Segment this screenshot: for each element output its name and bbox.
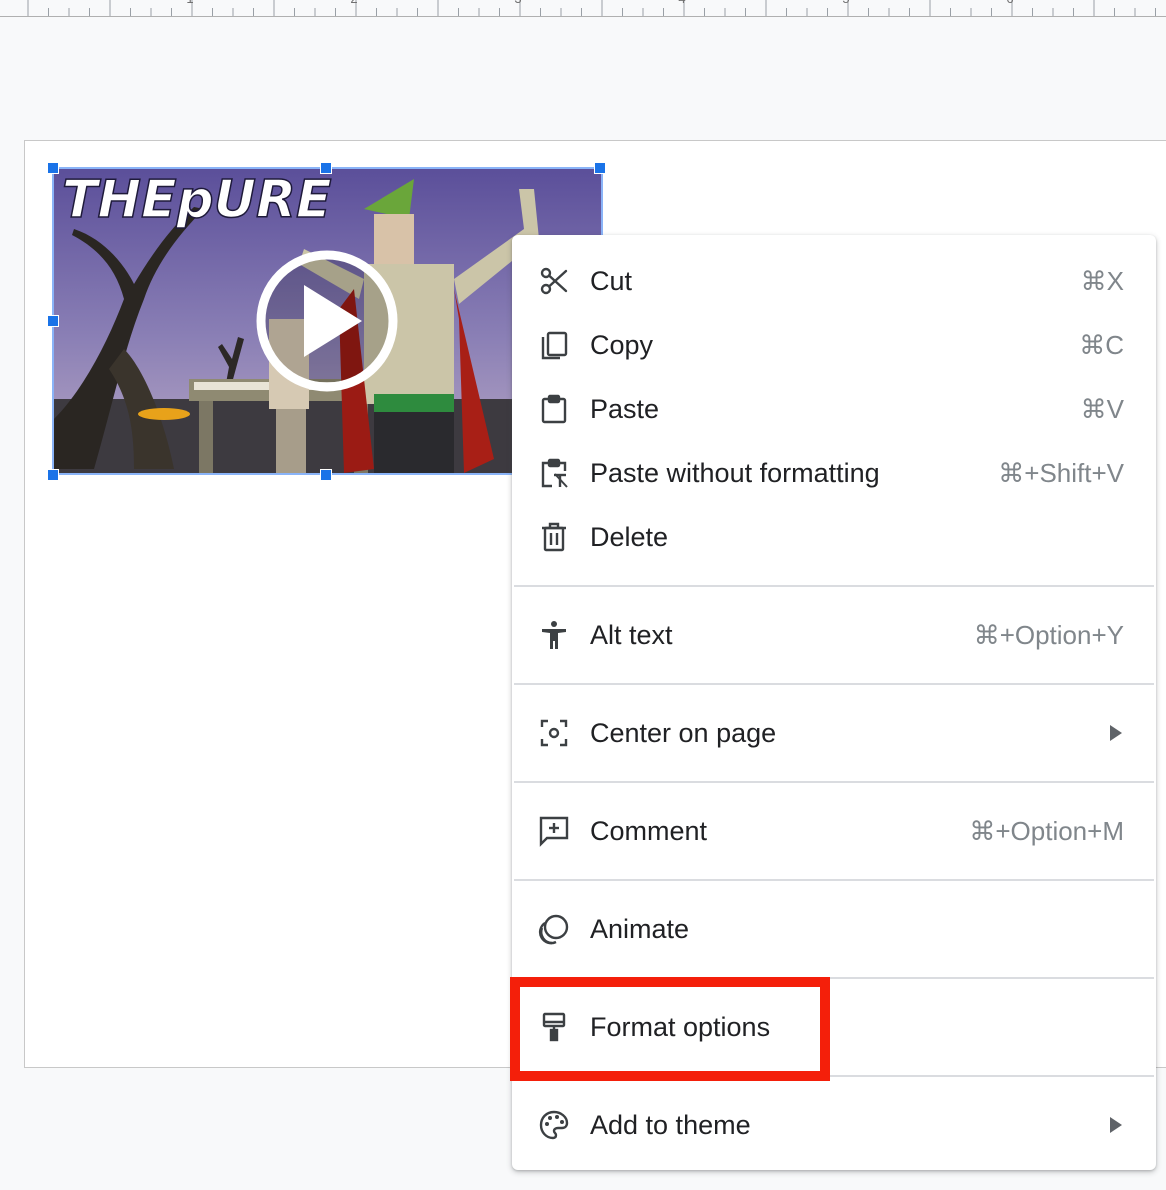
video-title-text: THEpURE [62,170,332,230]
accessibility-icon [538,619,570,651]
submenu-arrow-icon [1110,725,1122,741]
menu-item-comment[interactable]: Comment ⌘+Option+M [512,799,1156,863]
resize-handle-left[interactable] [47,315,59,327]
resize-handle-top[interactable] [320,162,332,174]
submenu-arrow-icon [1110,1117,1122,1133]
menu-item-cut[interactable]: Cut ⌘X [512,249,1156,313]
menu-item-copy[interactable]: Copy ⌘C [512,313,1156,377]
scissors-icon [538,265,570,297]
menu-item-shortcut: ⌘+Option+M [969,816,1124,846]
resize-handle-bottom[interactable] [320,469,332,481]
palette-icon [538,1109,570,1141]
menu-item-add-to-theme[interactable]: Add to theme [512,1093,1156,1157]
menu-item-shortcut: ⌘+Shift+V [998,458,1124,488]
horizontal-ruler[interactable]: 1 2 3 4 5 6 [0,0,1166,17]
ruler-number: 4 [676,0,688,6]
ruler-number: 3 [512,0,524,6]
clipboard-icon [538,393,570,425]
add-comment-icon [538,815,570,847]
menu-item-shortcut: ⌘X [1080,266,1124,296]
menu-item-shortcut: ⌘+Option+Y [973,620,1124,650]
resize-handle-top-left[interactable] [47,162,59,174]
ruler-number: 5 [840,0,852,6]
menu-item-alt-text[interactable]: Alt text ⌘+Option+Y [512,603,1156,667]
ruler-number: 1 [184,0,196,6]
animate-icon [538,913,570,945]
menu-item-shortcut: ⌘C [1079,330,1124,360]
menu-item-shortcut: ⌘V [1080,394,1124,424]
menu-item-label: Paste without formatting [590,458,880,488]
play-circle-icon[interactable] [256,250,398,392]
menu-item-label: Comment [590,816,708,846]
menu-item-label: Animate [590,914,690,944]
menu-item-paste[interactable]: Paste ⌘V [512,377,1156,441]
copy-icon [538,329,570,361]
menu-divider [514,781,1154,783]
menu-item-label: Paste [590,394,660,424]
menu-item-label: Alt text [590,620,673,650]
menu-item-label: Add to theme [590,1110,751,1140]
menu-item-animate[interactable]: Animate [512,897,1156,961]
menu-divider [514,683,1154,685]
menu-item-delete[interactable]: Delete [512,505,1156,569]
highlight-box [510,977,830,1081]
menu-divider [514,879,1154,881]
center-focus-icon [538,717,570,749]
menu-item-paste-without-formatting[interactable]: Paste without formatting ⌘+Shift+V [512,441,1156,505]
menu-item-label: Center on page [590,718,777,748]
trash-icon [538,521,570,553]
paste-plain-icon [538,457,570,489]
menu-divider [514,585,1154,587]
resize-handle-top-right[interactable] [594,162,606,174]
menu-item-label: Cut [590,266,633,296]
ruler-number: 2 [348,0,360,6]
resize-handle-bottom-left[interactable] [47,469,59,481]
menu-item-center-on-page[interactable]: Center on page [512,701,1156,765]
menu-item-label: Copy [590,330,654,360]
ruler-number: 6 [1004,0,1016,6]
menu-item-label: Delete [590,522,669,552]
